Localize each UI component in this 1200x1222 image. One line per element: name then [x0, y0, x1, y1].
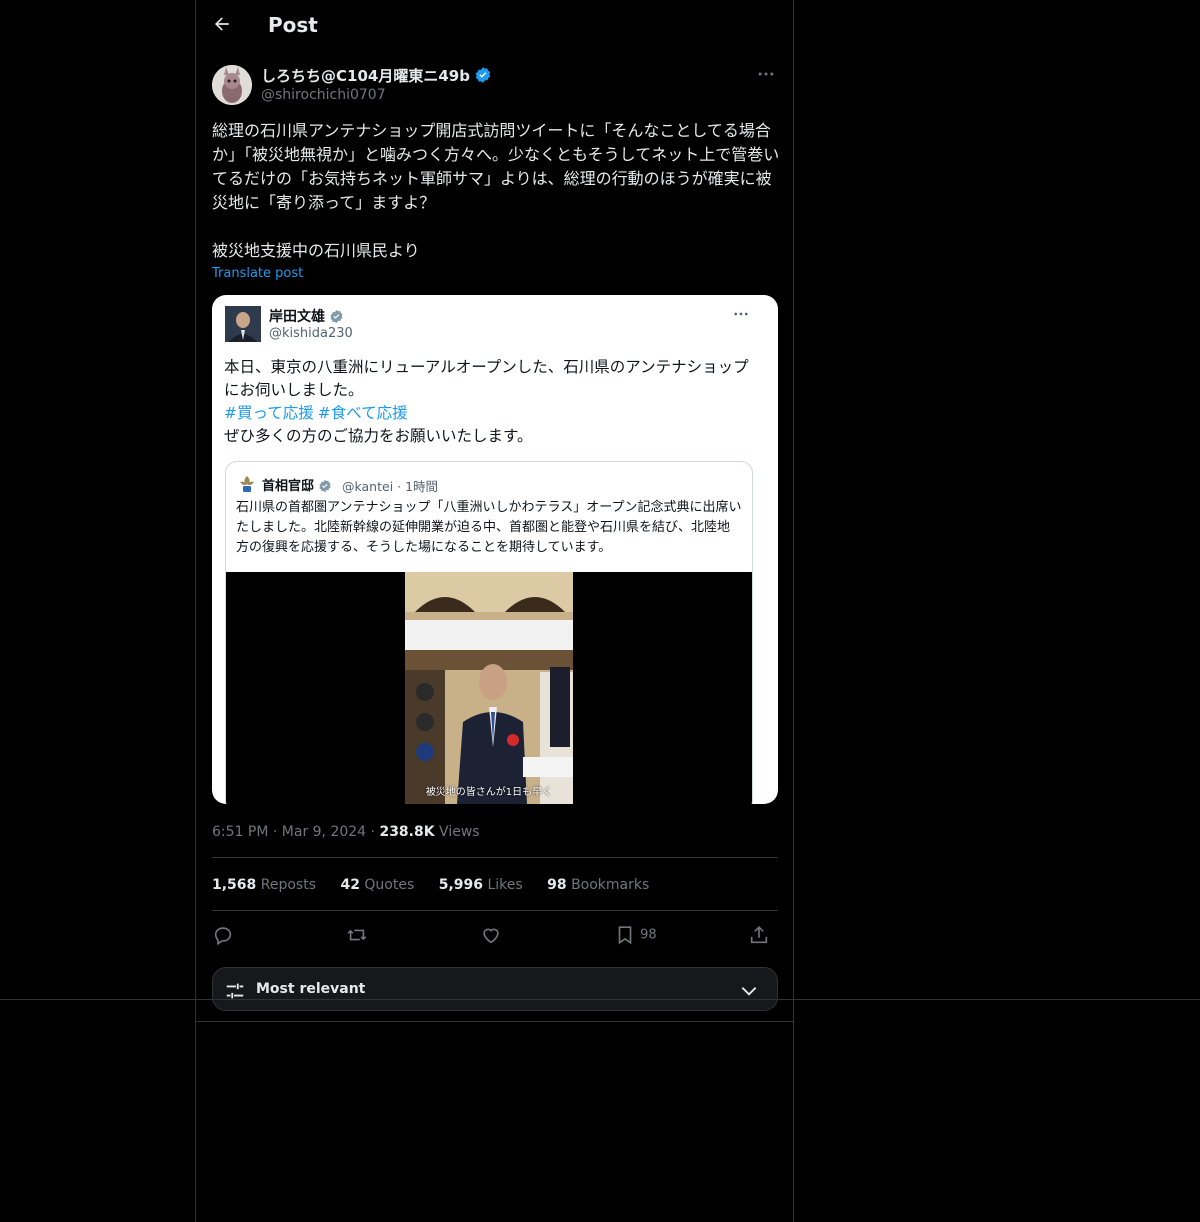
post-stats: 1,568 Reposts 42 Quotes 5,996 Likes 98 B… [212, 877, 669, 893]
quoted-video: 被災地の皆さんが1日も早く [226, 572, 752, 804]
quoted-author-name: 首相官邸 [262, 475, 332, 497]
author-name[interactable]: しろちち@C104月曜東ニ49b [261, 65, 492, 88]
post-text: 総理の石川県アンテナショップ開店式訪問ツイートに「そんなことしてる場合か」「被災… [212, 119, 782, 263]
embed-hashtags: #買って応援 #食べて応援 [224, 402, 759, 425]
verified-badge-icon [318, 479, 332, 497]
verified-badge-icon [474, 66, 492, 88]
embed-author-name-text: 岸田文雄 [269, 309, 325, 325]
author-name-text[interactable]: しろちち@C104月曜東ニ49b [261, 67, 470, 85]
likes-count: 5,996 [438, 877, 483, 893]
quoted-author-name-text: 首相官邸 [262, 479, 315, 494]
quoted-meta: @kantei · 1時間 [342, 479, 439, 494]
quotes-label: Quotes [364, 877, 415, 893]
bookmark-count: 98 [640, 927, 657, 943]
bookmarks-label: Bookmarks [571, 877, 650, 893]
sort-icon [224, 980, 246, 1006]
video-caption: 被災地の皆さんが1日も早く [425, 787, 553, 798]
embed-text-line: ぜひ多くの方のご協力をお願いいたします。 [224, 427, 533, 445]
translate-post-link[interactable]: Translate post [212, 266, 303, 281]
bookmark-icon [614, 926, 636, 945]
video-frame: 被災地の皆さんが1日も早く [405, 572, 573, 804]
hashtag: #食べて応援 [317, 404, 408, 422]
reposts-stat[interactable]: 1,568 Reposts [212, 877, 316, 893]
embedded-screenshot[interactable]: 岸田文雄 @kishida230 本日、東京の八重洲にリューアルオープンした、石… [212, 295, 778, 804]
embed-author-name: 岸田文雄 [269, 306, 344, 328]
bookmarks-count: 98 [547, 877, 567, 893]
chevron-down-icon [739, 981, 759, 1005]
embed-text-line: 本日、東京の八重洲にリューアルオープンした、石川県のアンテナショップにお伺いしま… [224, 358, 749, 399]
author-handle[interactable]: @shirochichi0707 [261, 87, 386, 103]
bookmark-button[interactable]: 98 [614, 924, 657, 946]
quotes-stat[interactable]: 42 Quotes [340, 877, 414, 893]
sort-replies-dropdown[interactable]: Most relevant [212, 967, 778, 1011]
views-label: Views [439, 824, 480, 840]
sort-label: Most relevant [256, 981, 366, 997]
action-bar: 98 [212, 920, 778, 954]
reply-icon[interactable] [212, 924, 234, 946]
kantei-logo-icon [237, 474, 257, 494]
repost-icon[interactable] [346, 924, 368, 946]
likes-label: Likes [487, 877, 523, 893]
like-icon[interactable] [480, 924, 502, 946]
post-meta: 6:51 PM · Mar 9, 2024 · 238.8K Views [212, 824, 480, 840]
quotes-count: 42 [340, 877, 360, 893]
reposts-count: 1,568 [212, 877, 257, 893]
post-text-line: 総理の石川県アンテナショップ開店式訪問ツイートに「そんなことしてる場合か」「被災… [212, 121, 780, 212]
quoted-text: 石川県の首都圏アンテナショップ「八重洲いしかわテラス」オープン記念式典に出席いた… [236, 500, 742, 555]
more-icon[interactable] [756, 64, 782, 86]
reposts-label: Reposts [260, 877, 316, 893]
avatar[interactable] [212, 65, 252, 105]
share-icon[interactable] [748, 924, 770, 946]
page-title: Post [268, 13, 318, 37]
post-time[interactable]: 6:51 PM [212, 824, 268, 840]
divider [212, 910, 778, 911]
quoted-time: 1時間 [405, 479, 439, 494]
embed-author-handle: @kishida230 [269, 326, 353, 341]
embed-avatar [225, 306, 261, 342]
divider [196, 1021, 793, 1022]
post-text-line: 被災地支援中の石川県民より [212, 241, 420, 260]
quoted-post: 首相官邸 @kantei · 1時間 石川県の首都圏アンテナショップ「八重洲いし… [225, 461, 753, 804]
viewport-guide-line [0, 999, 1200, 1000]
back-arrow-icon[interactable] [212, 14, 238, 40]
top-bar: Post [196, 0, 793, 55]
likes-stat[interactable]: 5,996 Likes [439, 877, 523, 893]
post-date[interactable]: Mar 9, 2024 [282, 824, 366, 840]
views-count: 238.8K [379, 824, 435, 840]
divider [212, 857, 778, 858]
hashtag: #買って応援 [224, 404, 314, 422]
bookmarks-stat[interactable]: 98 Bookmarks [547, 877, 649, 893]
embed-text: 本日、東京の八重洲にリューアルオープンした、石川県のアンテナショップにお伺いしま… [224, 356, 759, 448]
quoted-handle: @kantei [342, 479, 394, 494]
more-icon [732, 305, 750, 327]
post-column: Post しろちち@C104月曜東ニ49b @shirochichi0707 総… [195, 0, 794, 1222]
